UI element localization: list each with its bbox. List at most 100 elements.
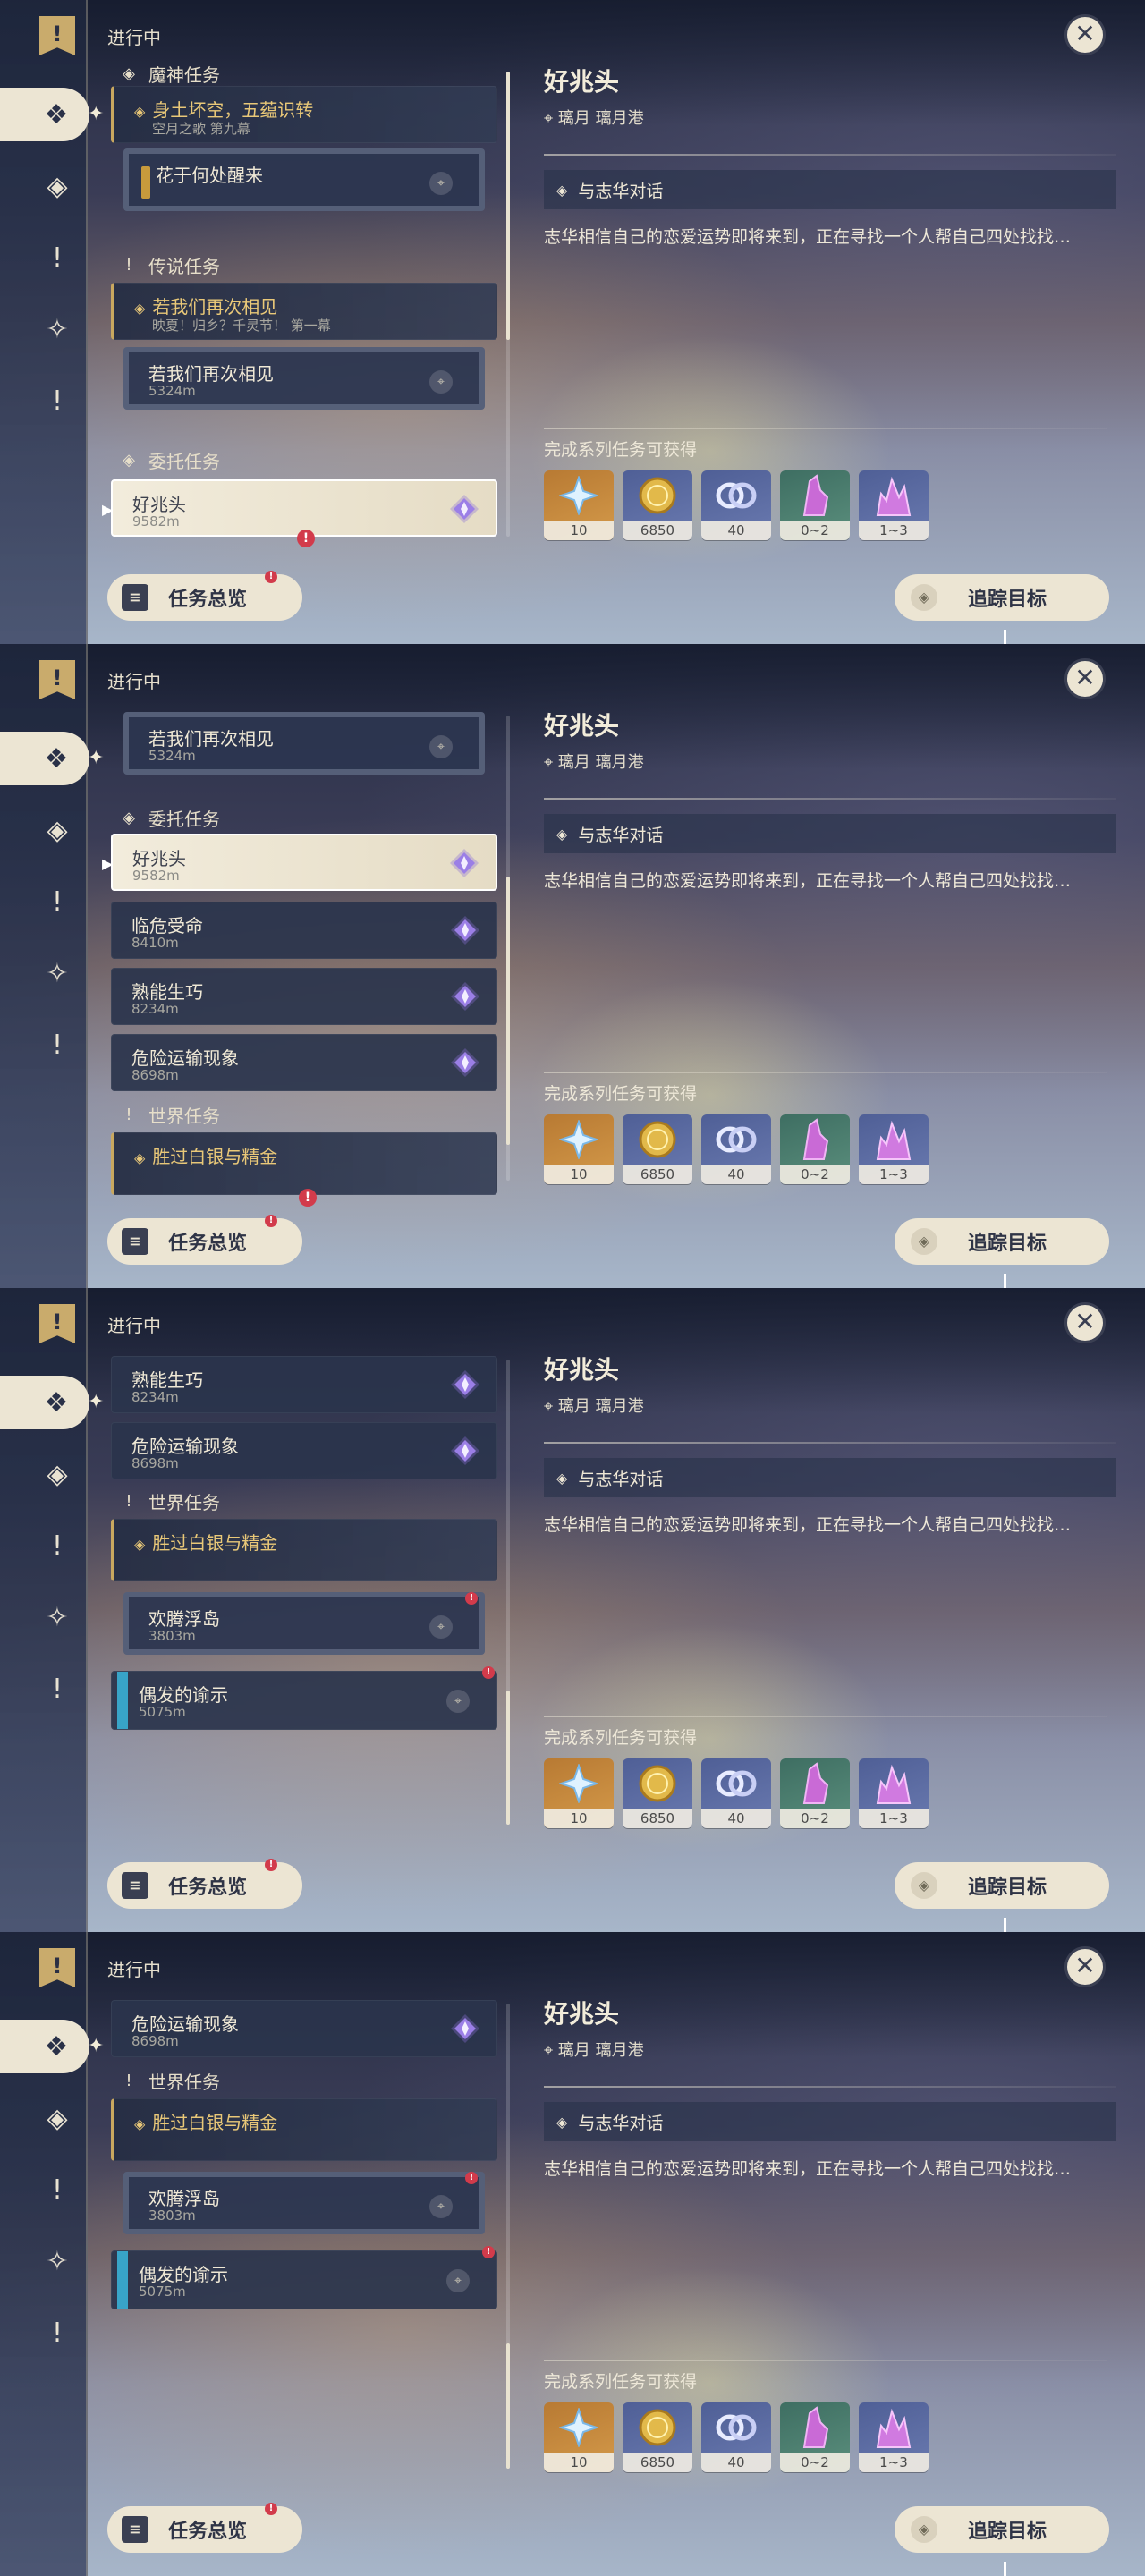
- quest-banner-icon[interactable]: !: [39, 1304, 75, 1343]
- scroll-thumb[interactable]: [506, 877, 510, 1145]
- quest-item[interactable]: ◈ 胜过白银与精金: [111, 2098, 497, 2161]
- quest-overview-button[interactable]: ≡ 任务总览 !: [107, 1215, 302, 1265]
- commission-icon[interactable]: ✧: [32, 2236, 82, 2286]
- quest-item[interactable]: 熟能生巧 8234m: [111, 1356, 497, 1413]
- quest-list[interactable]: 若我们再次相见 5324m ⌖ ◈ 委托任务 好兆头 9582m ▶ 临危受命 8410m 熟能生巧…: [102, 705, 499, 1207]
- reward-purple-crystal[interactable]: 1~3: [859, 1758, 929, 1828]
- quest-item[interactable]: 欢腾浮岛 3803m ⌖!: [123, 2172, 485, 2234]
- quest-banner-icon[interactable]: !: [39, 16, 75, 55]
- quest-item[interactable]: ◈ 胜过白银与精金!: [111, 1132, 497, 1207]
- quest-item[interactable]: 欢腾浮岛 3803m ⌖!: [123, 1592, 485, 1655]
- archon-quest-icon[interactable]: ❖: [0, 732, 89, 785]
- quest-list[interactable]: ◈ 魔神任务 ◈ 身土坏空，五蕴识转 空月之歌 第九幕 花于何处醒来 ⌖! 传说任务 ◈ 若我们再…: [102, 61, 499, 547]
- exclamation-icon[interactable]: !: [32, 1664, 82, 1714]
- legend-quest-icon[interactable]: ◈: [32, 2093, 82, 2143]
- close-icon[interactable]: ✕: [1064, 1946, 1106, 1987]
- reward-purple-ore[interactable]: 0~2: [780, 470, 850, 540]
- quest-list-scrollbar[interactable]: [506, 1360, 510, 1825]
- adventure-exp-icon: [544, 2402, 614, 2453]
- close-icon[interactable]: ✕: [1064, 658, 1106, 699]
- exclamation-icon[interactable]: !: [32, 2165, 82, 2215]
- quest-item[interactable]: ◈ 若我们再次相见 映夏！归乡？千灵节！ 第一幕: [111, 283, 497, 340]
- scroll-thumb[interactable]: [506, 72, 510, 340]
- archon-quest-icon[interactable]: ❖: [0, 1376, 89, 1429]
- legend-quest-icon[interactable]: ◈: [32, 1449, 82, 1499]
- navigate-pin-icon[interactable]: ⌖: [429, 2195, 453, 2218]
- quest-overview-button[interactable]: ≡ 任务总览 !: [107, 2503, 302, 2553]
- archon-quest-icon[interactable]: ❖: [0, 88, 89, 141]
- commission-icon[interactable]: ✧: [32, 304, 82, 354]
- section-icon: !: [125, 1106, 132, 1124]
- scroll-thumb[interactable]: [506, 1690, 510, 1825]
- close-icon[interactable]: ✕: [1064, 1302, 1106, 1343]
- exclamation-icon[interactable]: !: [32, 233, 82, 283]
- quest-item[interactable]: 若我们再次相见 5324m ⌖: [123, 347, 485, 410]
- reward-companionship-exp[interactable]: 40: [701, 1758, 771, 1828]
- reward-purple-ore[interactable]: 0~2: [780, 1758, 850, 1828]
- reward-purple-ore[interactable]: 0~2: [780, 2402, 850, 2472]
- reward-mora[interactable]: 6850: [623, 470, 692, 540]
- quest-item[interactable]: 熟能生巧 8234m: [111, 968, 497, 1025]
- reward-companionship-exp[interactable]: 40: [701, 1114, 771, 1184]
- track-objective-button[interactable]: ◈ 追踪目标: [895, 1862, 1109, 1909]
- exclamation-icon[interactable]: !: [32, 1521, 82, 1571]
- quest-item[interactable]: 偶发的谕示 5075m ⌖!: [111, 2246, 497, 2309]
- quest-list[interactable]: 危险运输现象 8698m! 世界任务 ◈ 胜过白银与精金 欢腾浮岛 3803m ⌖! 偶发的谕示…: [106, 1993, 499, 2476]
- exclamation-icon[interactable]: !: [32, 1020, 82, 1070]
- legend-quest-icon[interactable]: ◈: [32, 161, 82, 211]
- legend-quest-icon[interactable]: ◈: [32, 805, 82, 855]
- scroll-thumb[interactable]: [506, 2343, 510, 2469]
- quest-overview-button[interactable]: ≡ 任务总览 !: [107, 571, 302, 621]
- reward-count: 6850: [623, 1165, 692, 1184]
- quest-overview-button[interactable]: ≡ 任务总览 !: [107, 1859, 302, 1909]
- reward-mora[interactable]: 6850: [623, 1758, 692, 1828]
- navigate-pin-icon[interactable]: ⌖: [429, 172, 453, 195]
- exclamation-icon[interactable]: !: [32, 877, 82, 927]
- track-objective-button[interactable]: ◈ 追踪目标: [895, 2506, 1109, 2553]
- reward-adventure-exp[interactable]: 10: [544, 1758, 614, 1828]
- reward-purple-ore[interactable]: 0~2: [780, 1114, 850, 1184]
- quest-distance: 8234m: [131, 1389, 179, 1405]
- track-objective-button[interactable]: ◈ 追踪目标: [895, 1218, 1109, 1265]
- quest-list-scrollbar[interactable]: [506, 72, 510, 537]
- navigate-pin-icon[interactable]: ⌖: [446, 2269, 470, 2292]
- quest-item[interactable]: 危险运输现象 8698m: [111, 2000, 497, 2057]
- quest-banner-icon[interactable]: !: [39, 660, 75, 699]
- reward-companionship-exp[interactable]: 40: [701, 2402, 771, 2472]
- reward-mora[interactable]: 6850: [623, 2402, 692, 2472]
- exclamation-icon[interactable]: !: [32, 2308, 82, 2358]
- quest-item[interactable]: 临危受命 8410m: [111, 902, 497, 959]
- reward-mora[interactable]: 6850: [623, 1114, 692, 1184]
- quest-item[interactable]: ◈ 胜过白银与精金: [111, 1519, 497, 1581]
- reward-adventure-exp[interactable]: 10: [544, 1114, 614, 1184]
- quest-item[interactable]: 好兆头 9582m ▶!: [102, 479, 497, 547]
- reward-purple-crystal[interactable]: 1~3: [859, 470, 929, 540]
- quest-list-scrollbar[interactable]: [506, 716, 510, 1181]
- exclamation-icon[interactable]: !: [32, 376, 82, 426]
- navigate-pin-icon[interactable]: ⌖: [429, 370, 453, 394]
- close-icon[interactable]: ✕: [1064, 14, 1106, 55]
- quest-item[interactable]: 危险运输现象 8698m: [111, 1422, 497, 1479]
- reward-adventure-exp[interactable]: 10: [544, 2402, 614, 2472]
- quest-list[interactable]: 熟能生巧 8234m 危险运输现象 8698m ! 世界任务 ◈ 胜过白银与精金 欢腾浮岛 380…: [106, 1349, 499, 1832]
- navigate-pin-icon[interactable]: ⌖: [429, 735, 453, 758]
- divider: [544, 2086, 1116, 2088]
- quest-item[interactable]: 偶发的谕示 5075m ⌖!: [111, 1666, 497, 1730]
- reward-purple-crystal[interactable]: 1~3: [859, 1114, 929, 1184]
- archon-quest-icon[interactable]: ❖: [0, 2020, 89, 2073]
- quest-item[interactable]: 花于何处醒来 ⌖: [123, 148, 485, 211]
- commission-icon[interactable]: ✧: [32, 1592, 82, 1642]
- track-objective-button[interactable]: ◈ 追踪目标: [895, 574, 1109, 621]
- navigate-pin-icon[interactable]: ⌖: [446, 1690, 470, 1713]
- quest-list-scrollbar[interactable]: [506, 2004, 510, 2469]
- reward-adventure-exp[interactable]: 10: [544, 470, 614, 540]
- reward-companionship-exp[interactable]: 40: [701, 470, 771, 540]
- quest-banner-icon[interactable]: !: [39, 1948, 75, 1987]
- quest-item[interactable]: 危险运输现象 8698m: [111, 1034, 497, 1091]
- quest-item[interactable]: 若我们再次相见 5324m ⌖: [123, 712, 485, 775]
- navigate-pin-icon[interactable]: ⌖: [429, 1615, 453, 1639]
- commission-icon[interactable]: ✧: [32, 948, 82, 998]
- reward-purple-crystal[interactable]: 1~3: [859, 2402, 929, 2472]
- quest-item[interactable]: ◈ 身土坏空，五蕴识转 空月之歌 第九幕: [111, 86, 497, 143]
- quest-item[interactable]: 好兆头 9582m ▶: [102, 834, 497, 891]
